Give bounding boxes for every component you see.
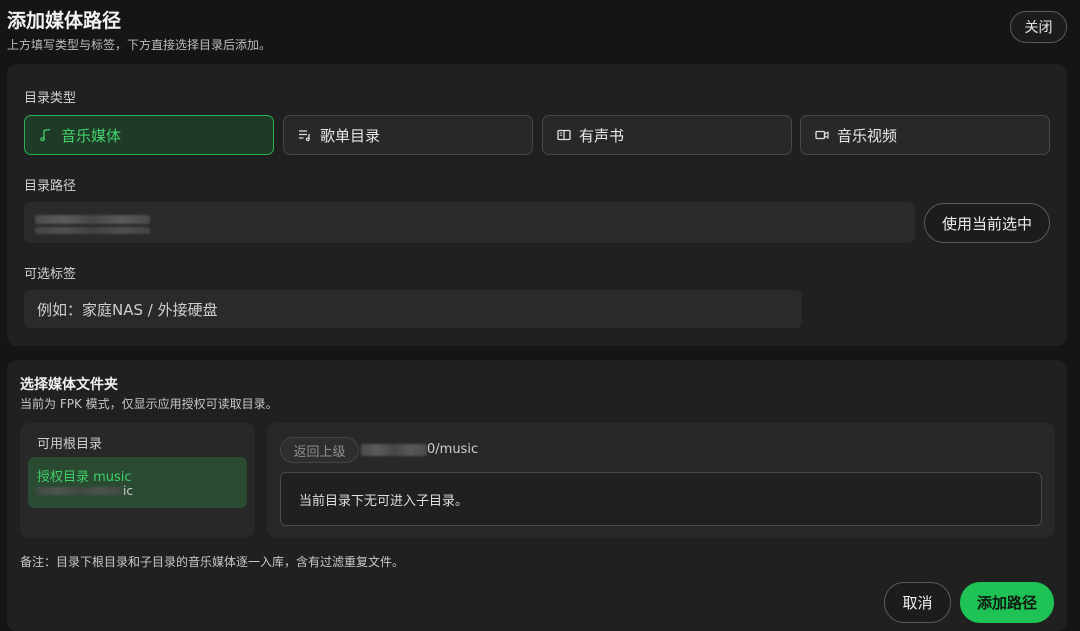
video-icon xyxy=(815,130,829,140)
roots-list: 可用根目录 授权目录 music ic xyxy=(20,423,255,538)
cancel-button[interactable]: 取消 xyxy=(884,582,951,623)
root-item-path: ic xyxy=(123,484,133,498)
root-item-music[interactable]: 授权目录 music ic xyxy=(28,457,247,508)
back-to-parent-button[interactable]: 返回上级 xyxy=(280,437,359,463)
config-panel: 目录类型 音乐媒体 歌单目录 有声书 音乐视频 目录路径 使用当前选中 可选标签… xyxy=(7,64,1067,346)
type-option-label: 音乐视频 xyxy=(837,126,898,145)
tag-label: 可选标签 xyxy=(24,267,77,282)
picker-subtitle: 当前为 FPK 模式，仅显示应用授权可读取目录。 xyxy=(20,397,278,411)
redacted-path xyxy=(35,215,150,224)
playlist-icon xyxy=(299,130,310,142)
note-text: 备注：目录下根目录和子目录的音乐媒体逐一入库，含有过滤重复文件。 xyxy=(20,555,405,569)
book-icon xyxy=(557,129,571,141)
roots-title: 可用根目录 xyxy=(37,437,103,452)
page-title: 添加媒体路径 xyxy=(7,10,122,32)
type-label: 目录类型 xyxy=(24,91,77,106)
type-option-label: 音乐媒体 xyxy=(61,126,122,145)
type-option-music[interactable]: 音乐媒体 xyxy=(24,115,274,155)
redacted-current-path xyxy=(361,444,427,456)
current-path: 0/music xyxy=(427,442,479,457)
page-subtitle: 上方填写类型与标签，下方直接选择目录后添加。 xyxy=(7,38,272,52)
type-option-music-video[interactable]: 音乐视频 xyxy=(800,115,1050,155)
type-option-audiobook[interactable]: 有声书 xyxy=(542,115,792,155)
redacted-root-path xyxy=(36,487,122,495)
picker-title: 选择媒体文件夹 xyxy=(20,377,118,393)
music-note-icon xyxy=(40,128,51,142)
folder-picker-panel: 选择媒体文件夹 当前为 FPK 模式，仅显示应用授权可读取目录。 可用根目录 授… xyxy=(7,360,1067,631)
empty-state: 当前目录下无可进入子目录。 xyxy=(280,472,1042,526)
tag-input[interactable]: 例如：家庭NAS / 外接硬盘 xyxy=(24,290,802,328)
path-label: 目录路径 xyxy=(24,179,77,194)
path-input[interactable] xyxy=(24,202,915,243)
redacted-path xyxy=(35,227,150,234)
use-current-selection-button[interactable]: 使用当前选中 xyxy=(924,203,1050,243)
type-option-label: 有声书 xyxy=(579,126,625,145)
type-option-playlist[interactable]: 歌单目录 xyxy=(283,115,533,155)
close-button[interactable]: 关闭 xyxy=(1010,11,1067,43)
root-item-name: 授权目录 music xyxy=(37,470,132,485)
type-option-label: 歌单目录 xyxy=(320,126,381,145)
add-path-button[interactable]: 添加路径 xyxy=(960,582,1054,623)
folder-browser: 返回上级 0/music 当前目录下无可进入子目录。 xyxy=(267,423,1055,538)
